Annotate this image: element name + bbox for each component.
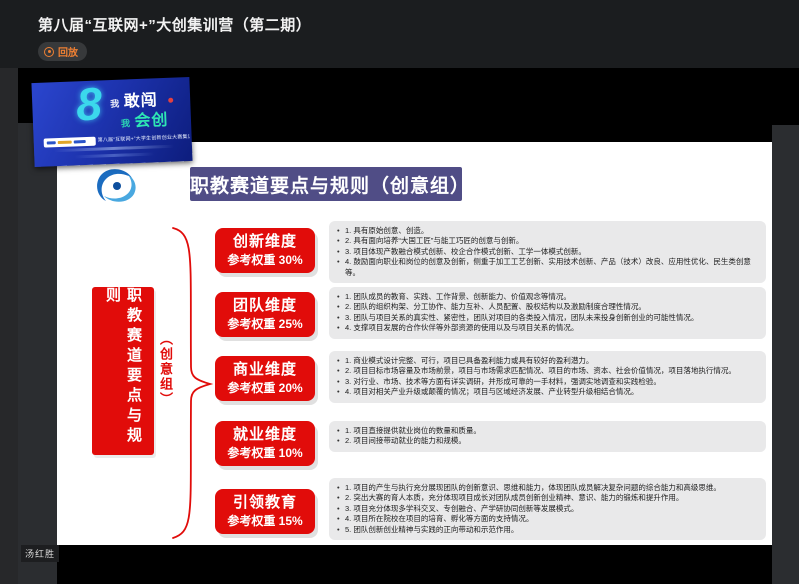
criteria-item: •1. 具有原始创意、创造。 bbox=[337, 226, 758, 236]
replay-label: 回放 bbox=[58, 44, 78, 59]
replay-record-icon bbox=[44, 47, 54, 57]
slogan2-text: 会创 bbox=[134, 112, 169, 130]
criteria-item: •1. 项目直接提供就业岗位的数量和质量。 bbox=[337, 426, 758, 436]
left-edge-column bbox=[0, 68, 18, 584]
criteria-item: •2. 突出大赛的育人本质，充分体现项目成长对团队成员创新创业精神、意识、能力的… bbox=[337, 493, 758, 503]
banner-slogan-line2: 我 会创 bbox=[120, 106, 168, 132]
dimension-criteria-box: •1. 项目直接提供就业岗位的数量和质量。•2. 项目间接带动就业的能力和规模。 bbox=[329, 421, 766, 452]
dimension-name: 创新维度 bbox=[233, 233, 297, 250]
dimension-weight: 参考权重 25% bbox=[227, 315, 302, 332]
slogan1-prefix: 我 bbox=[110, 99, 119, 109]
dimension-weight: 参考权重 15% bbox=[227, 512, 302, 529]
criteria-item: •4. 鼓励面向职业和岗位的创意及创新，侧重于加工工艺创新、实用技术创新、产品（… bbox=[337, 257, 758, 278]
criteria-item: •1. 团队成员的教育、实践、工作背景、创新能力、价值观念等情况。 bbox=[337, 292, 758, 302]
dimension-button: 就业维度 参考权重 10% bbox=[215, 421, 315, 466]
slide: 职教赛道要点与规则（创意组） 职教赛道要点与规则 （创意组） 创新维度 参考权重… bbox=[57, 142, 772, 545]
dimension-weight: 参考权重 10% bbox=[227, 444, 302, 461]
banner-number-8: 8 bbox=[75, 77, 103, 131]
dimension-button: 引领教育 参考权重 15% bbox=[215, 489, 315, 534]
brace-connector bbox=[169, 225, 215, 541]
dimension-criteria-box: •1. 团队成员的教育、实践、工作背景、创新能力、价值观念等情况。•2. 团队的… bbox=[329, 287, 766, 339]
banner-subtitle: 第八届“互联网+”大学生创新创业大赛集训营（第二期） bbox=[98, 133, 190, 144]
banner-logo-pill bbox=[44, 137, 96, 148]
slogan2-prefix: 我 bbox=[121, 118, 130, 128]
dimension-criteria-box: •1. 商业模式设计完整、可行，项目已具备盈利能力或具有较好的盈利潜力。•2. … bbox=[329, 351, 766, 403]
dimension-name: 就业维度 bbox=[233, 426, 297, 443]
presenter-watermark: 汤红胜 bbox=[21, 545, 59, 562]
dimension-weight: 参考权重 30% bbox=[227, 251, 302, 268]
criteria-item: •2. 项目目标市场容量及市场前景，项目与市场需求匹配情况、项目的市场、资本、社… bbox=[337, 366, 758, 376]
dimension-criteria-box: •1. 项目的产生与执行充分展现团队的创新意识、思维和能力，体现团队成员解决复杂… bbox=[329, 478, 766, 540]
criteria-item: •1. 商业模式设计完整、可行，项目已具备盈利能力或具有较好的盈利潜力。 bbox=[337, 356, 758, 366]
criteria-item: •3. 项目体现产教融合模式创新、校企合作模式创新、工学一体模式创新。 bbox=[337, 247, 758, 257]
criteria-item: •1. 项目的产生与执行充分展现团队的创新意识、思维和能力，体现团队成员解决复杂… bbox=[337, 483, 758, 493]
criteria-item: •2. 具有面向培养“大国工匠”与能工巧匠的创意与创新。 bbox=[337, 236, 758, 246]
dimension-name: 团队维度 bbox=[233, 297, 297, 314]
competition-logo-icon bbox=[92, 164, 140, 208]
dimension-criteria-box: •1. 具有原始创意、创造。•2. 具有面向培养“大国工匠”与能工巧匠的创意与创… bbox=[329, 221, 766, 283]
dimension-button: 团队维度 参考权重 25% bbox=[215, 292, 315, 337]
dimension-weight: 参考权重 20% bbox=[227, 379, 302, 396]
page: 第八届“互联网+”大创集训营（第二期） 回放 职教赛道要点与规则（创意组） 职教… bbox=[0, 0, 799, 584]
criteria-item: •5. 团队创新创业精神与实践的正向带动和示范作用。 bbox=[337, 525, 758, 535]
criteria-item: •4. 项目对相关产业升级或颠覆的情况；项目与区域经济发展、产业转型升级相结合情… bbox=[337, 387, 758, 397]
criteria-item: •3. 对行业、市场、技术等方面有详实调研，并形成可靠的一手材料，强调实地调查和… bbox=[337, 377, 758, 387]
replay-badge: 回放 bbox=[38, 42, 87, 61]
dimension-button: 创新维度 参考权重 30% bbox=[215, 228, 315, 273]
criteria-item: •4. 支撑项目发展的合作伙伴等外部资源的使用以及与项目关系的情况。 bbox=[337, 323, 758, 333]
page-header: 第八届“互联网+”大创集训营（第二期） 回放 bbox=[0, 0, 799, 68]
banner-decorative-line2 bbox=[74, 152, 154, 158]
criteria-item: •2. 项目间接带动就业的能力和规模。 bbox=[337, 436, 758, 446]
criteria-item: •3. 项目充分体现多学科交叉、专创融合、产学研协同创新等发展模式。 bbox=[337, 504, 758, 514]
criteria-item: •3. 团队与项目关系的真实性、紧密性，团队对项目的各类投入情况，团队未来投身创… bbox=[337, 313, 758, 323]
track-rules-box: 职教赛道要点与规则 bbox=[92, 287, 154, 455]
dimension-button: 商业维度 参考权重 20% bbox=[215, 356, 315, 401]
page-title: 第八届“互联网+”大创集训营（第二期） bbox=[38, 14, 311, 35]
event-banner: 8 我 敢闯 我 会创 第八届“互联网+”大学生创新创业大赛集训营（第二期） bbox=[31, 77, 192, 167]
left-gray-strip bbox=[18, 123, 57, 584]
criteria-item: •4. 项目所在院校在项目的培育、孵化等方面的支持情况。 bbox=[337, 514, 758, 524]
criteria-item: •2. 团队的组织构架、分工协作、能力互补、人员配置、股权结构以及激励制度合理性… bbox=[337, 302, 758, 312]
track-rules-label: 职教赛道要点与规则 bbox=[102, 287, 144, 455]
dimension-name: 商业维度 bbox=[233, 361, 297, 378]
dimension-name: 引领教育 bbox=[233, 494, 297, 511]
banner-dot-decoration bbox=[168, 98, 173, 103]
right-gray-strip bbox=[772, 125, 799, 584]
slide-title: 职教赛道要点与规则（创意组） bbox=[190, 167, 462, 201]
